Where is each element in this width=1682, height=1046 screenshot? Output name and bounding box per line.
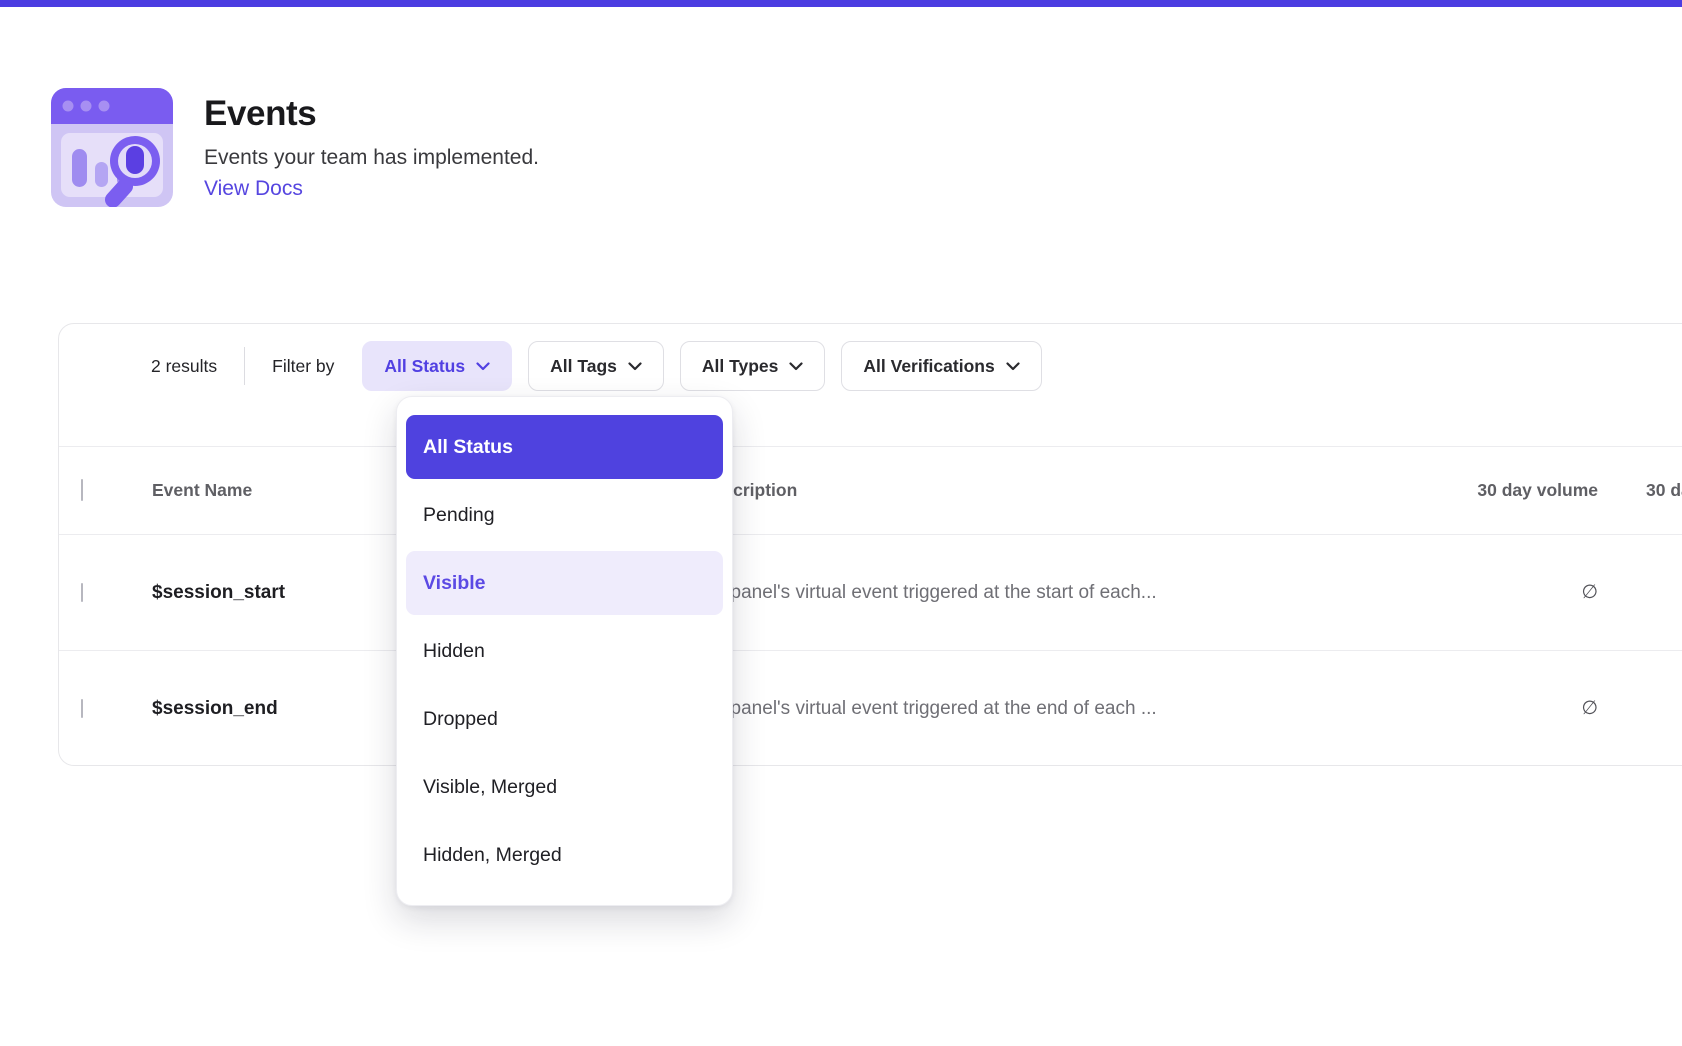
filter-status-label: All Status [384,356,465,377]
filter-toolbar: 2 results Filter by All Status All Tags … [59,324,1682,446]
event-30-day-volume: ∅ [1159,697,1598,720]
dropdown-item-hidden[interactable]: Hidden [406,619,723,683]
row-checkbox[interactable] [81,699,83,718]
filter-by-label: Filter by [272,356,334,377]
filter-tags-button[interactable]: All Tags [528,341,664,391]
toolbar-divider [244,347,245,385]
filter-verifications-button[interactable]: All Verifications [841,341,1041,391]
status-filter-dropdown: All Status Pending Visible Hidden Droppe… [396,396,733,906]
select-all-checkbox[interactable] [81,479,83,501]
row-checkbox[interactable] [81,583,83,602]
top-accent-bar [0,0,1682,7]
events-table-card: 2 results Filter by All Status All Tags … [58,323,1682,766]
view-docs-link[interactable]: View Docs [204,177,539,201]
event-description: Mixpanel's virtual event triggered at th… [701,582,1159,604]
events-browser-chart-icon [51,88,173,212]
page-subtitle: Events your team has implemented. [204,146,539,170]
dropdown-item-all-status[interactable]: All Status [406,415,723,479]
column-header-30-day-users[interactable]: 30 day users [1598,480,1682,501]
dropdown-item-pending[interactable]: Pending [406,483,723,547]
table-header-row: Event Name Description 30 day volume 30 … [59,446,1682,534]
event-description: Mixpanel's virtual event triggered at th… [701,698,1159,720]
filter-types-button[interactable]: All Types [680,341,826,391]
chevron-down-icon [628,362,642,371]
filter-status-button[interactable]: All Status [362,341,512,391]
filter-types-label: All Types [702,356,779,377]
column-header-description[interactable]: Description [701,480,1159,501]
dropdown-item-dropped[interactable]: Dropped [406,687,723,751]
dropdown-item-hidden-merged[interactable]: Hidden, Merged [406,823,723,887]
filter-verifications-label: All Verifications [863,356,994,377]
page-header: Events Events your team has implemented.… [51,88,539,212]
chevron-down-icon [789,362,803,371]
column-header-30-day-volume[interactable]: 30 day volume [1159,480,1598,501]
table-row[interactable]: $session_start Mixpanel's virtual event … [59,534,1682,650]
filter-tags-label: All Tags [550,356,617,377]
event-30-day-volume: ∅ [1159,581,1598,604]
chevron-down-icon [476,362,490,371]
table-row[interactable]: $session_end Mixpanel's virtual event tr… [59,650,1682,766]
chevron-down-icon [1006,362,1020,371]
dropdown-item-visible-merged[interactable]: Visible, Merged [406,755,723,819]
dropdown-item-visible[interactable]: Visible [406,551,723,615]
results-count: 2 results [151,356,217,377]
page-title: Events [204,94,539,134]
